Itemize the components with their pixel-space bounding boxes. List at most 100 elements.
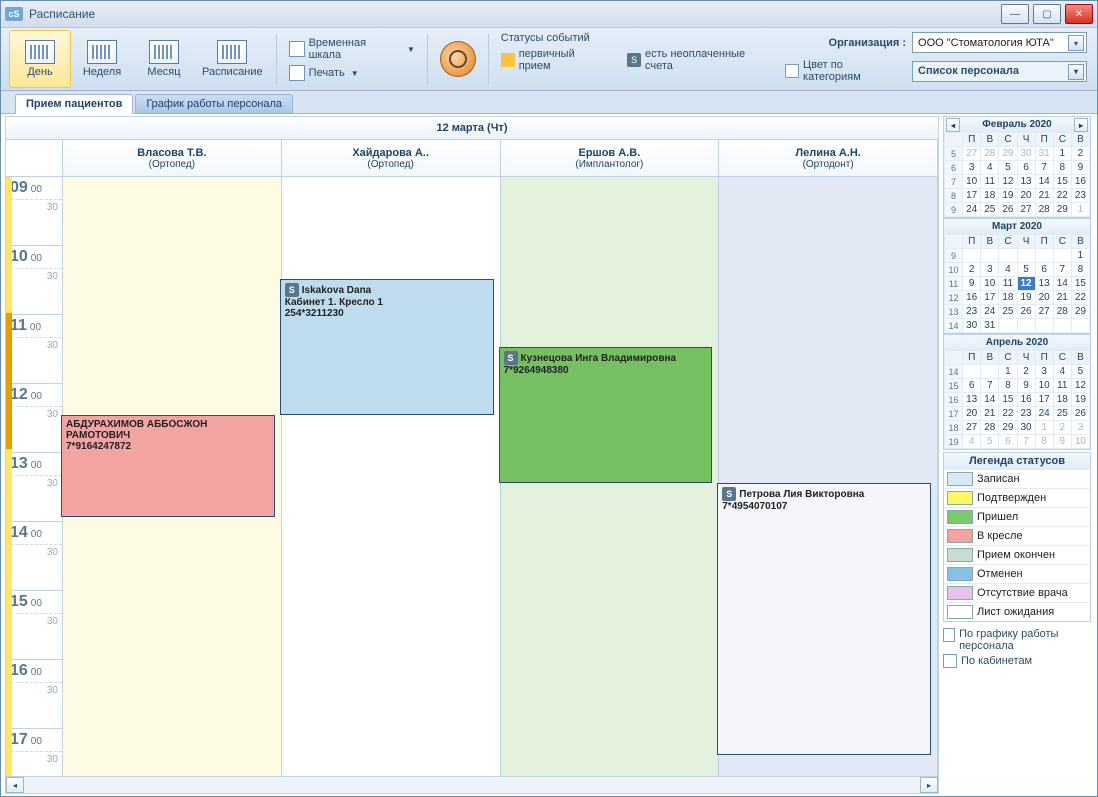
calendar-day[interactable]: 7: [1053, 263, 1071, 277]
calendar-day[interactable]: 4: [981, 161, 999, 175]
calendar-day[interactable]: [1017, 249, 1035, 263]
calendar-day[interactable]: 8: [999, 379, 1017, 393]
schedule-column[interactable]: SКузнецова Инга Владимировна7*9264948380: [501, 177, 720, 776]
calendar-day[interactable]: 10: [981, 277, 999, 291]
calendar-day[interactable]: 3: [981, 263, 999, 277]
calendar-day[interactable]: 26: [1071, 407, 1089, 421]
calendar-day[interactable]: 18: [1053, 393, 1071, 407]
calendar-day[interactable]: 10: [1035, 379, 1053, 393]
calendar-day[interactable]: 30: [1017, 147, 1035, 161]
calendar-day[interactable]: 15: [999, 393, 1017, 407]
minimize-button[interactable]: —: [1001, 4, 1029, 24]
scroll-left-icon[interactable]: ◂: [6, 777, 24, 793]
calendar-day[interactable]: 21: [981, 407, 999, 421]
calendar-day[interactable]: 12: [1017, 277, 1035, 291]
schedule-column[interactable]: SПетрова Лия Викторовна7*4954070107: [719, 177, 938, 776]
column-header[interactable]: Власова Т.В.(Ортопед): [63, 140, 282, 176]
calendar-day[interactable]: 2: [1017, 365, 1035, 379]
calendar-day[interactable]: 6: [1017, 161, 1035, 175]
calendar-day[interactable]: 1: [1071, 249, 1089, 263]
calendar-day[interactable]: 16: [1017, 393, 1035, 407]
calendar-day[interactable]: 14: [1053, 277, 1071, 291]
calendar-day[interactable]: 23: [1071, 189, 1089, 203]
mini-calendar[interactable]: ◂Февраль 2020▸ПВСЧПСВ5272829303112634567…: [943, 116, 1091, 218]
calendar-day[interactable]: 20: [963, 407, 981, 421]
appointment[interactable]: SКузнецова Инга Владимировна7*9264948380: [499, 347, 713, 483]
calendar-day[interactable]: 2: [1053, 421, 1071, 435]
calendar-day[interactable]: [999, 249, 1017, 263]
calendar-day[interactable]: 1: [1035, 421, 1053, 435]
calendar-day[interactable]: 23: [1017, 407, 1035, 421]
calendar-day[interactable]: 9: [1017, 379, 1035, 393]
calendar-day[interactable]: 6: [963, 379, 981, 393]
calendar-day[interactable]: 9: [1053, 435, 1071, 449]
tab-patients[interactable]: Прием пациентов: [15, 94, 133, 114]
calendar-day[interactable]: 5: [981, 435, 999, 449]
view-неделя-button[interactable]: Неделя: [71, 30, 133, 88]
calendar-day[interactable]: 23: [963, 305, 981, 319]
horizontal-scrollbar[interactable]: ◂ ▸: [6, 776, 938, 793]
calendar-day[interactable]: 31: [1035, 147, 1053, 161]
calendar-day[interactable]: 6: [1035, 263, 1053, 277]
calendar-day[interactable]: 12: [1071, 379, 1089, 393]
calendar-day[interactable]: 7: [1017, 435, 1035, 449]
scroll-right-icon[interactable]: ▸: [920, 777, 938, 793]
calendar-day[interactable]: [963, 249, 981, 263]
calendar-day[interactable]: 3: [1035, 365, 1053, 379]
calendar-day[interactable]: 15: [1053, 175, 1071, 189]
calendar-day[interactable]: 29: [999, 147, 1017, 161]
calendar-day[interactable]: [981, 249, 999, 263]
calendar-day[interactable]: 27: [963, 421, 981, 435]
calendar-day[interactable]: 8: [1071, 263, 1089, 277]
appointment[interactable]: SПетрова Лия Викторовна7*4954070107: [717, 483, 931, 755]
calendar-day[interactable]: 5: [1017, 263, 1035, 277]
calendar-day[interactable]: 20: [1017, 189, 1035, 203]
view-месяц-button[interactable]: Месяц: [133, 30, 195, 88]
mini-calendar[interactable]: Март 2020ПВСЧПСВ911023456781191011121314…: [943, 218, 1091, 334]
calendar-day[interactable]: 22: [1053, 189, 1071, 203]
calendar-day[interactable]: 4: [1053, 365, 1071, 379]
calendar-day[interactable]: 1: [1071, 203, 1089, 217]
filter-by-staff-schedule-checkbox[interactable]: По графику работы персонала: [943, 628, 1091, 652]
organization-select[interactable]: ООО "Стоматология ЮТА" ▾: [912, 32, 1087, 53]
tab-staff-schedule[interactable]: График работы персонала: [135, 94, 293, 113]
calendar-day[interactable]: 16: [963, 291, 981, 305]
calendar-day[interactable]: 8: [1035, 435, 1053, 449]
calendar-day[interactable]: 24: [1035, 407, 1053, 421]
calendar-day[interactable]: 28: [1035, 203, 1053, 217]
calendar-day[interactable]: 3: [963, 161, 981, 175]
calendar-day[interactable]: 16: [1071, 175, 1089, 189]
calendar-day[interactable]: 29: [1053, 203, 1071, 217]
calendar-day[interactable]: 31: [981, 319, 999, 333]
calendar-day[interactable]: 17: [963, 189, 981, 203]
view-расписание-button[interactable]: Расписание: [195, 30, 270, 88]
calendar-day[interactable]: [1035, 249, 1053, 263]
calendar-day[interactable]: 29: [1071, 305, 1089, 319]
calendar-day[interactable]: 28: [981, 147, 999, 161]
calendar-day[interactable]: 4: [999, 263, 1017, 277]
calendar-day[interactable]: 27: [1035, 305, 1053, 319]
calendar-day[interactable]: [1053, 319, 1071, 333]
calendar-day[interactable]: 18: [981, 189, 999, 203]
calendar-day[interactable]: 30: [1017, 421, 1035, 435]
calendar-day[interactable]: [1017, 319, 1035, 333]
calendar-day[interactable]: 11: [999, 277, 1017, 291]
calendar-day[interactable]: 24: [963, 203, 981, 217]
color-by-category-checkbox[interactable]: Цвет по категориям: [785, 59, 902, 83]
calendar-day[interactable]: 11: [981, 175, 999, 189]
calendar-day[interactable]: 25: [981, 203, 999, 217]
print-menu[interactable]: Печать ▼: [289, 65, 415, 81]
calendar-day[interactable]: 9: [963, 277, 981, 291]
calendar-day[interactable]: 26: [999, 203, 1017, 217]
calendar-day[interactable]: 19: [999, 189, 1017, 203]
timescale-menu[interactable]: Временная шкала ▼: [289, 37, 415, 61]
calendar-day[interactable]: 8: [1053, 161, 1071, 175]
schedule-column[interactable]: АБДУРАХИМОВ АББОСЖОН РАМОТОВИЧ7*91642478…: [63, 177, 282, 776]
calendar-day[interactable]: [999, 319, 1017, 333]
schedule-column[interactable]: SIskakova DanaКабинет 1. Кресло 1254*321…: [282, 177, 501, 776]
calendar-day[interactable]: 9: [1071, 161, 1089, 175]
calendar-day[interactable]: 5: [1071, 365, 1089, 379]
view-день-button[interactable]: День: [9, 30, 71, 88]
calendar-day[interactable]: 4: [963, 435, 981, 449]
search-icon[interactable]: [440, 41, 476, 77]
